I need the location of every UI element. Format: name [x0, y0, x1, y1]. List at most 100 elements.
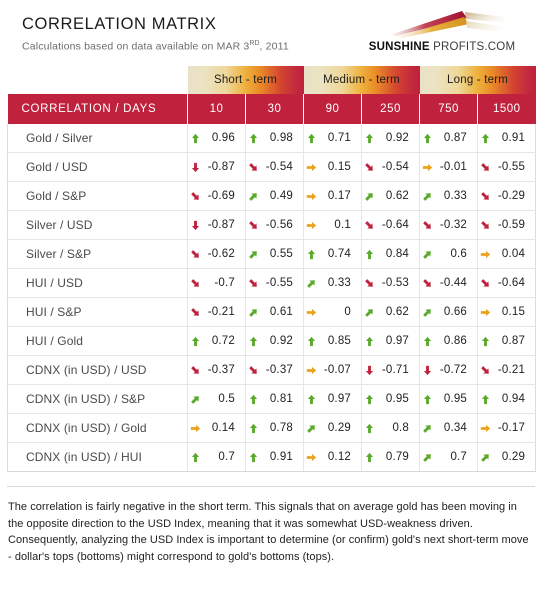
header-days-750[interactable]: 750	[419, 94, 479, 124]
correlation-cell: -0.56	[245, 210, 305, 240]
header-days-30[interactable]: 30	[245, 94, 305, 124]
arrow-up-icon	[249, 336, 258, 346]
cell-content: -0.29	[478, 182, 535, 210]
correlation-cell: 0.33	[419, 181, 479, 211]
cell-content: -0.21	[478, 356, 535, 384]
table-row: Gold / USD -0.87 -0.54 0.15 -0.54 -0.01 -0.55	[7, 152, 537, 182]
arrow-down-icon	[191, 162, 200, 172]
correlation-value: 0.49	[269, 190, 294, 202]
arrow-up-right-icon	[191, 395, 199, 404]
cell-content: 0.34	[420, 414, 477, 442]
correlation-cell: -0.71	[361, 355, 421, 385]
arrow-up-icon	[307, 336, 316, 346]
arrow-down-right-icon	[191, 307, 199, 316]
correlation-cell: 0.62	[361, 181, 421, 211]
correlation-value: 0.7	[218, 451, 235, 463]
correlation-value: -0.53	[381, 277, 410, 289]
cell-content: 0.12	[304, 443, 361, 471]
correlation-cell: -0.54	[361, 152, 421, 182]
cell-content: -0.71	[362, 356, 419, 384]
correlation-value: -0.37	[207, 364, 235, 376]
footer-commentary: The correlation is fairly negative in th…	[8, 501, 529, 563]
cell-content: -0.55	[478, 153, 535, 181]
arrow-up-icon	[191, 133, 200, 143]
correlation-cell: -0.21	[187, 297, 246, 327]
cell-content: 0.97	[362, 327, 419, 355]
correlation-value: -0.44	[439, 277, 468, 289]
correlation-cell: -0.17	[477, 413, 537, 443]
row-label: HUI / Gold	[7, 326, 188, 356]
correlation-cell: 0.12	[303, 442, 363, 472]
header-correlation-days: CORRELATION / DAYS	[7, 94, 188, 124]
header-days-90[interactable]: 90	[303, 94, 363, 124]
correlation-cell: -0.55	[477, 152, 537, 182]
arrow-up-icon	[423, 133, 432, 143]
correlation-value: 0	[344, 306, 352, 318]
cell-content: -0.01	[420, 153, 477, 181]
cell-content: 0.92	[362, 124, 419, 152]
arrow-down-right-icon	[249, 162, 257, 171]
correlation-cell: 0.94	[477, 384, 537, 414]
header-days-250[interactable]: 250	[361, 94, 421, 124]
correlation-cell: 0	[303, 297, 363, 327]
cell-content: -0.44	[420, 269, 477, 297]
correlation-cell: 0.91	[245, 442, 305, 472]
term-band-long: Long - term	[419, 66, 536, 94]
arrow-up-right-icon	[481, 453, 489, 462]
table-row: Gold / S&P -0.69 0.49 0.17 0.62 0.33 -0.29	[7, 181, 537, 211]
sunshine-profits-logo: SUNSHINE PROFITS.COM	[356, 8, 528, 60]
correlation-value: 0.85	[327, 335, 352, 347]
cell-content: 0.92	[246, 327, 303, 355]
correlation-cell: 0.1	[303, 210, 363, 240]
correlation-value: -0.55	[265, 277, 294, 289]
arrow-up-right-icon	[365, 308, 373, 317]
correlation-value: 0.14	[211, 422, 235, 434]
header-days-1500[interactable]: 1500	[477, 94, 536, 124]
cell-content: 0.81	[246, 385, 303, 413]
cell-content: -0.69	[188, 182, 245, 210]
arrow-up-icon	[481, 133, 490, 143]
correlation-cell: 0.95	[419, 384, 479, 414]
cell-content: -0.17	[478, 414, 535, 442]
correlation-cell: 0.29	[477, 442, 537, 472]
table-row: Silver / USD -0.87 -0.56 0.1 -0.64 -0.32 -0.59	[7, 210, 537, 240]
cell-content: 0.29	[478, 443, 535, 471]
correlation-value: -0.21	[497, 364, 526, 376]
correlation-value: -0.54	[381, 161, 410, 173]
arrow-right-icon	[190, 424, 201, 432]
cell-content: -0.37	[246, 356, 303, 384]
cell-content: -0.62	[188, 240, 245, 268]
correlation-cell: 0.04	[477, 239, 537, 269]
arrow-down-right-icon	[191, 191, 199, 200]
arrow-up-icon	[365, 394, 374, 404]
correlation-value: 0.95	[443, 393, 468, 405]
correlation-cell: 0.15	[477, 297, 537, 327]
correlation-value: 0.62	[385, 306, 410, 318]
correlation-cell: 0.86	[419, 326, 479, 356]
row-label: Silver / S&P	[7, 239, 188, 269]
correlation-value: -0.59	[497, 219, 526, 231]
cell-content: 0.49	[246, 182, 303, 210]
correlation-value: 0.6	[450, 248, 468, 260]
arrow-up-icon	[365, 452, 374, 462]
arrow-up-right-icon	[307, 279, 315, 288]
correlation-cell: -0.07	[303, 355, 363, 385]
correlation-value: 0.98	[269, 132, 294, 144]
cell-content: 0.15	[478, 298, 535, 326]
correlation-value: -0.87	[207, 219, 235, 231]
row-label: Gold / Silver	[7, 124, 188, 153]
correlation-cell: 0.34	[419, 413, 479, 443]
correlation-cell: -0.54	[245, 152, 305, 182]
header-days-10[interactable]: 10	[187, 94, 246, 124]
correlation-value: 0.15	[327, 161, 352, 173]
term-band-row: Short - term Medium - term Long - term	[7, 66, 536, 94]
correlation-cell: 0.96	[187, 124, 246, 153]
arrow-down-right-icon	[481, 162, 489, 171]
correlation-cell: 0.92	[361, 124, 421, 153]
correlation-value: -0.01	[439, 161, 468, 173]
table-row: HUI / Gold 0.72 0.92 0.85 0.97 0.86 0.87	[7, 326, 537, 356]
arrow-up-icon	[423, 394, 432, 404]
arrow-down-right-icon	[481, 278, 489, 287]
arrow-down-right-icon	[365, 162, 373, 171]
arrow-up-right-icon	[249, 250, 257, 259]
